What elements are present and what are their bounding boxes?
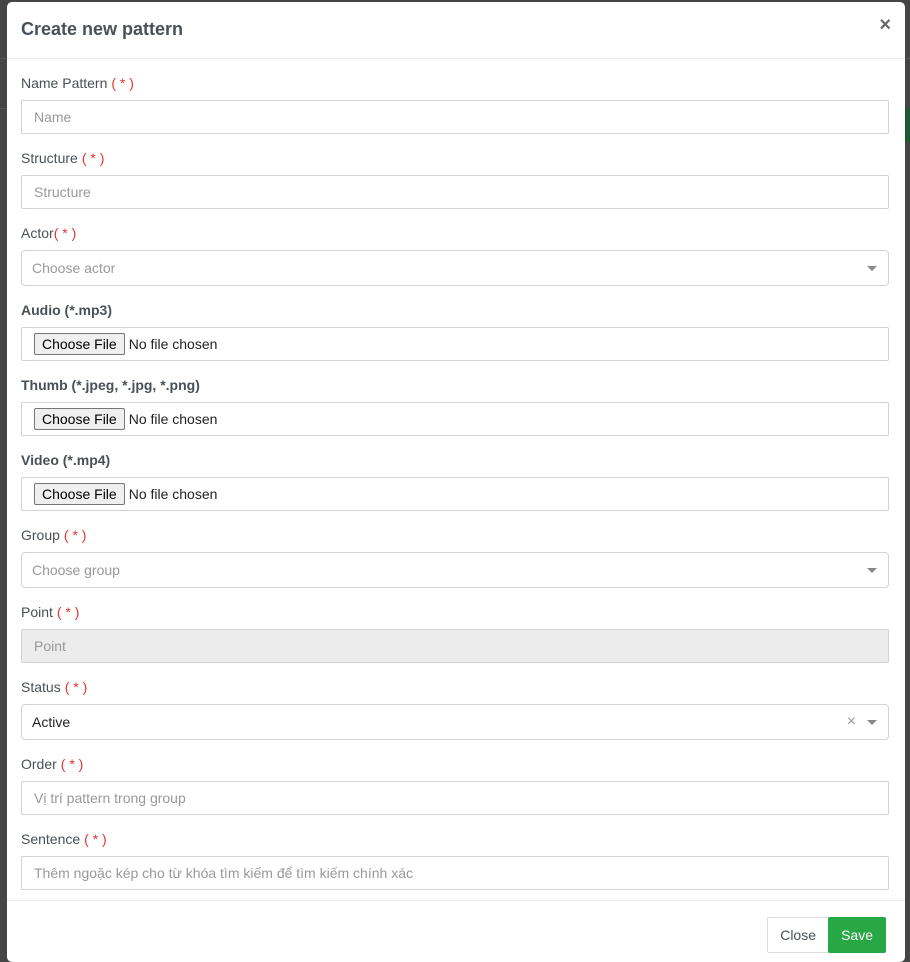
audio-label: Audio (*.mp3): [21, 302, 112, 318]
field-sentence: Sentence( * ): [21, 830, 891, 890]
thumb-file-status: No file chosen: [128, 411, 218, 427]
field-structure: Structure( * ): [21, 149, 891, 209]
order-label: Order( * ): [21, 756, 84, 772]
modal-body: Name Pattern( * ) Structure( * ) Actor( …: [7, 59, 905, 890]
thumb-choose-file-button[interactable]: Choose File: [34, 408, 125, 430]
group-label: Group( * ): [21, 527, 87, 543]
close-icon[interactable]: ×: [879, 15, 891, 35]
modal-footer: Close Save: [7, 900, 905, 961]
actor-placeholder: Choose actor: [32, 260, 116, 276]
field-audio: Audio (*.mp3) Choose File No file chosen: [21, 301, 891, 361]
field-video: Video (*.mp4) Choose File No file chosen: [21, 451, 891, 511]
close-button[interactable]: Close: [767, 917, 829, 953]
modal-header: Create new pattern ×: [7, 2, 905, 59]
field-point: Point( * ): [21, 603, 891, 663]
video-label: Video (*.mp4): [21, 452, 111, 468]
name-input[interactable]: [21, 100, 889, 134]
name-label: Name Pattern( * ): [21, 75, 134, 91]
field-actor: Actor( * ) Choose actor: [21, 224, 891, 286]
point-input: [21, 629, 889, 663]
actor-label: Actor( * ): [21, 225, 77, 241]
video-choose-file-button[interactable]: Choose File: [34, 483, 125, 505]
chevron-down-icon: [867, 568, 877, 573]
field-thumb: Thumb (*.jpeg, *.jpg, *.png) Choose File…: [21, 376, 891, 436]
sentence-label: Sentence( * ): [21, 831, 107, 847]
order-input[interactable]: [21, 781, 889, 815]
save-button[interactable]: Save: [828, 917, 886, 953]
modal-title: Create new pattern: [21, 19, 184, 39]
status-value: Active: [32, 714, 71, 730]
point-label: Point( * ): [21, 604, 80, 620]
audio-file-input[interactable]: Choose File No file chosen: [21, 327, 889, 361]
structure-input[interactable]: [21, 175, 889, 209]
field-group: Group( * ) Choose group: [21, 526, 891, 588]
status-select[interactable]: Active ×: [21, 704, 889, 740]
audio-file-status: No file chosen: [128, 336, 218, 352]
chevron-down-icon: [867, 720, 877, 725]
thumb-label: Thumb (*.jpeg, *.jpg, *.png): [21, 377, 200, 393]
audio-choose-file-button[interactable]: Choose File: [34, 333, 125, 355]
structure-label: Structure( * ): [21, 150, 105, 166]
field-status: Status( * ) Active ×: [21, 678, 891, 740]
field-name: Name Pattern( * ): [21, 74, 891, 134]
thumb-file-input[interactable]: Choose File No file chosen: [21, 402, 889, 436]
actor-select[interactable]: Choose actor: [21, 250, 889, 286]
field-order: Order( * ): [21, 755, 891, 815]
sentence-input[interactable]: [21, 856, 889, 890]
clear-icon[interactable]: ×: [847, 713, 856, 731]
video-file-input[interactable]: Choose File No file chosen: [21, 477, 889, 511]
group-select[interactable]: Choose group: [21, 552, 889, 588]
group-placeholder: Choose group: [32, 562, 120, 578]
chevron-down-icon: [867, 266, 877, 271]
create-pattern-modal: Create new pattern × Name Pattern( * ) S…: [7, 2, 905, 962]
video-file-status: No file chosen: [128, 486, 218, 502]
status-label: Status( * ): [21, 679, 88, 695]
